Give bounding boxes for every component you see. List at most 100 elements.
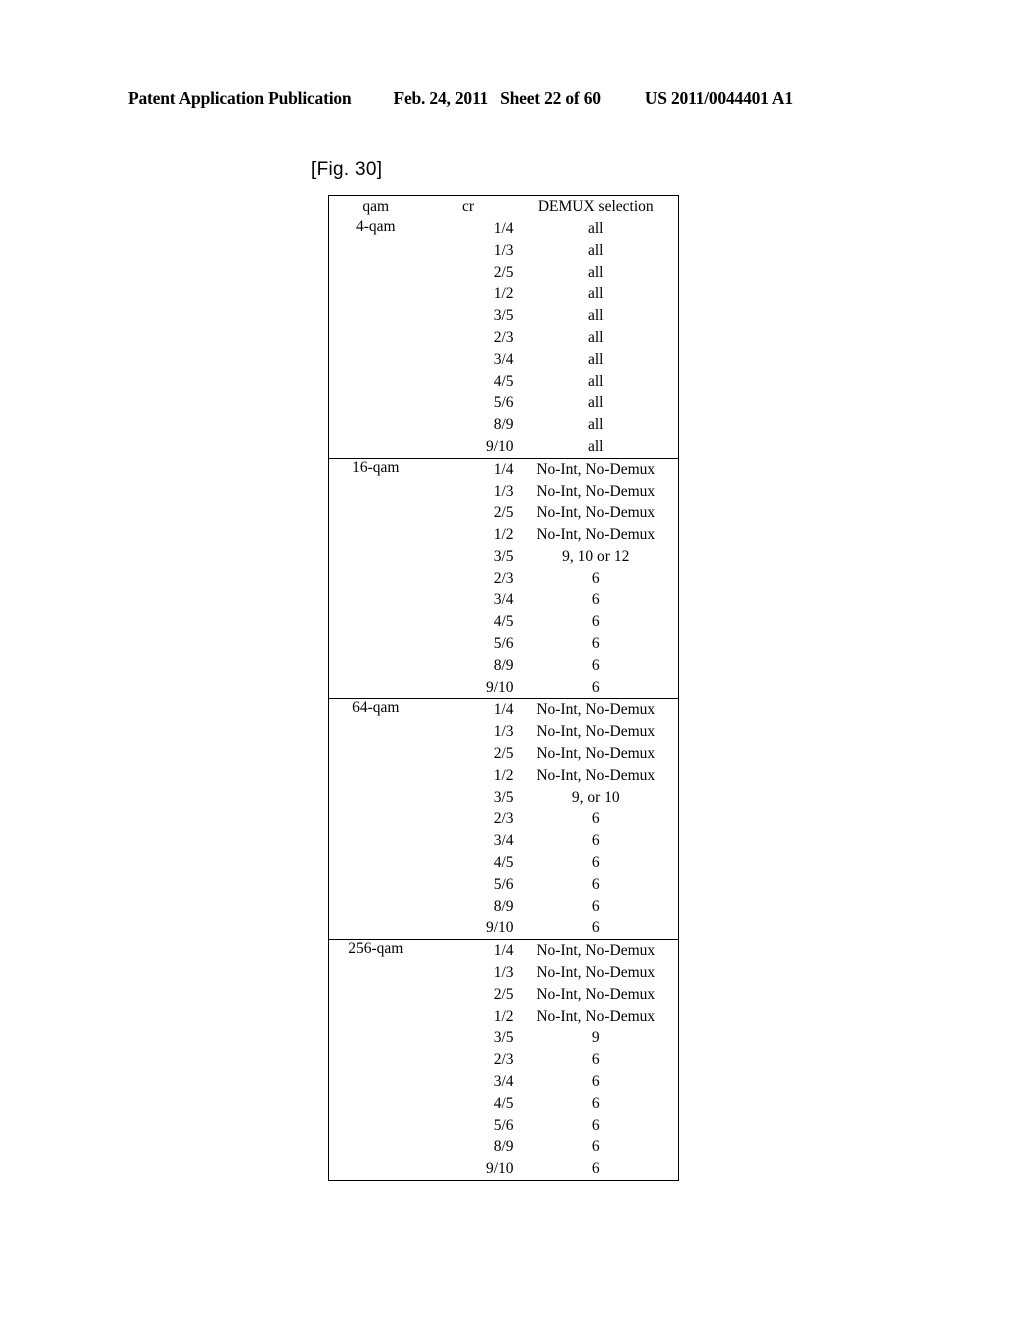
demux-selection-value: No-Int, No-Demux	[536, 766, 656, 784]
cell-cr: 1/3	[423, 962, 514, 984]
cell-cr: 3/5	[423, 546, 514, 568]
cr-value: 3/5	[493, 547, 514, 565]
demux-selection-value: 6	[591, 1138, 600, 1156]
demux-selection-value: No-Int, No-Demux	[536, 745, 656, 763]
cell-demux-selection: No-Int, No-Demux	[513, 939, 679, 962]
demux-selection-value: all	[588, 241, 604, 259]
demux-selection-value: 6	[591, 854, 600, 872]
cr-value: 2/5	[493, 985, 514, 1003]
cell-demux-selection: 6	[514, 874, 679, 896]
cell-demux-selection: all	[514, 240, 679, 262]
cr-value: 2/3	[493, 810, 514, 828]
cell-cr: 4/5	[423, 611, 514, 633]
demux-selection-value: No-Int, No-Demux	[536, 701, 656, 719]
cr-value: 3/5	[493, 307, 514, 325]
cell-cr: 8/9	[423, 414, 514, 436]
table-row: 64-qam 1/4 No-Int, No-Demux	[328, 698, 679, 940]
demux-selection-value: 9	[591, 1029, 600, 1047]
cell-cr: 8/9	[423, 896, 514, 918]
demux-selection-value: 6	[591, 832, 600, 850]
demux-selection-value: No-Int, No-Demux	[536, 985, 656, 1003]
cell-demux-selection: all	[514, 392, 679, 414]
cr-value: 1/3	[493, 723, 514, 741]
demux-selection-value: 6	[591, 1116, 600, 1134]
column-header-qam: qam	[362, 198, 390, 216]
cell-cr: 5/6	[423, 392, 514, 414]
cell-cr: 2/5	[423, 261, 514, 283]
cell-cr: 9/10	[423, 436, 514, 458]
cr-value: 8/9	[493, 1138, 514, 1156]
cell-cr: 3/4	[423, 1071, 514, 1093]
cell-qam: 256-qam	[328, 939, 423, 1181]
cell-demux-selection: 6	[514, 896, 679, 918]
table-row: 256-qam 1/4 No-Int, No-Demux	[328, 939, 679, 1181]
demux-selection-value: all	[588, 416, 604, 434]
demux-selection-table-wrapper: qam cr DEMUX selection 4-qam 1/4 all 1/3 all…	[328, 195, 679, 1181]
cell-demux-selection: 6	[514, 1114, 679, 1136]
demux-selection-value: 6	[591, 919, 600, 937]
demux-selection-value: 6	[591, 613, 600, 631]
cr-value: 1/4	[493, 219, 514, 237]
cr-value: 9/10	[485, 919, 514, 937]
cr-value: 2/3	[493, 328, 514, 346]
demux-selection-value: No-Int, No-Demux	[536, 504, 656, 522]
cr-value: 4/5	[493, 372, 514, 390]
document-number: US 2011/0044401 A1	[644, 88, 793, 108]
cell-cr: 1/3	[423, 721, 514, 743]
demux-selection-value: No-Int, No-Demux	[536, 723, 656, 741]
demux-selection-value: all	[588, 350, 604, 368]
cr-value: 1/2	[493, 285, 514, 303]
cr-value: 1/4	[493, 701, 514, 719]
cell-cr: 1/2	[423, 1005, 514, 1027]
cr-value: 1/3	[493, 241, 514, 259]
cell-demux-selection: No-Int, No-Demux	[514, 984, 679, 1006]
cell-demux-selection: all	[514, 305, 679, 327]
cell-cr: 3/5	[423, 787, 514, 809]
demux-selection-value: No-Int, No-Demux	[536, 460, 656, 478]
cr-value: 4/5	[493, 1094, 514, 1112]
cell-demux-selection: all	[514, 349, 679, 371]
cell-demux-selection: 6	[514, 589, 679, 611]
cell-demux-selection: 6	[514, 1136, 679, 1158]
cell-cr: 3/4	[423, 589, 514, 611]
cell-demux-selection: No-Int, No-Demux	[514, 721, 679, 743]
demux-selection-value: 6	[591, 656, 600, 674]
cell-demux-selection: No-Int, No-Demux	[514, 524, 679, 546]
cell-demux-selection: No-Int, No-Demux	[514, 502, 679, 524]
demux-selection-value: 9, or 10	[571, 788, 620, 806]
cell-demux-selection: No-Int, No-Demux	[513, 457, 679, 481]
table-header: qam cr DEMUX selection	[329, 196, 679, 218]
cell-demux-selection: 9, or 10	[514, 787, 679, 809]
cell-demux-selection: No-Int, No-Demux	[514, 962, 679, 984]
cell-cr: 1/3	[423, 240, 514, 262]
demux-selection-value: all	[588, 328, 604, 346]
demux-selection-value: 6	[591, 1073, 600, 1091]
cell-demux-selection: 6	[514, 1093, 679, 1115]
cr-value: 5/6	[493, 635, 514, 653]
cell-qam: 4-qam	[329, 218, 423, 458]
cell-demux-selection: all	[514, 283, 679, 305]
column-header-cr: cr	[461, 198, 475, 216]
cell-cr: 2/3	[423, 568, 514, 590]
cr-value: 4/5	[493, 613, 514, 631]
demux-selection-value: all	[588, 307, 604, 325]
sheet-number: Sheet 22 of 60	[500, 88, 601, 108]
cell-demux-selection: all	[514, 436, 679, 458]
cell-demux-selection: all	[514, 327, 679, 349]
cell-cr: 5/6	[423, 1114, 514, 1136]
cell-cr: 5/6	[423, 874, 514, 896]
table-header-row: qam cr DEMUX selection	[329, 196, 679, 218]
cr-value: 3/4	[493, 1073, 514, 1091]
cell-demux-selection: 6	[514, 917, 679, 939]
cr-value: 8/9	[493, 897, 514, 915]
cr-value: 3/5	[493, 1029, 514, 1047]
cell-cr: 4/5	[423, 370, 514, 392]
cell-cr: 9/10	[423, 917, 514, 939]
cell-demux-selection: No-Int, No-Demux	[514, 765, 679, 787]
qam-block: 16-qam 1/4 No-Int, No-Demux 1/3 No-Int, No-D…	[328, 457, 679, 699]
cell-demux-selection: No-Int, No-Demux	[513, 698, 679, 722]
cell-cr: 2/3	[423, 1049, 514, 1071]
cell-demux-selection: No-Int, No-Demux	[514, 743, 679, 765]
demux-selection-value: 6	[591, 1094, 600, 1112]
cell-demux-selection: No-Int, No-Demux	[514, 1005, 679, 1027]
